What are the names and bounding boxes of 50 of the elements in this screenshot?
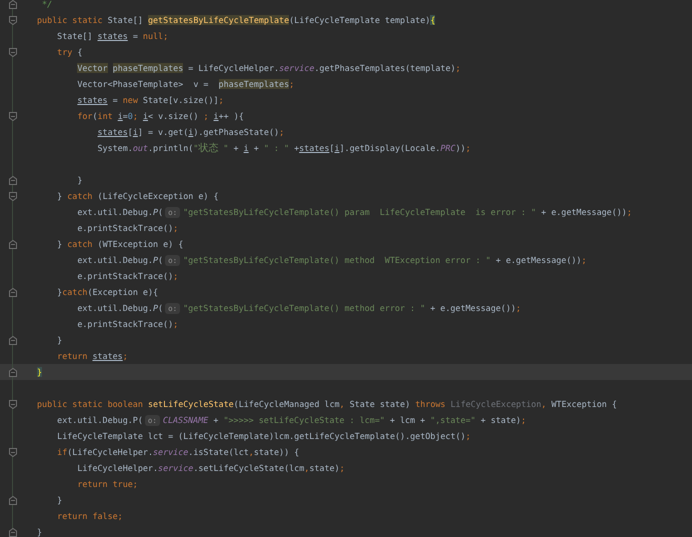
code-text: } catch (LifeCycleException e) { (56, 191, 219, 201)
code-text: } catch (WTException e) { (56, 239, 184, 249)
fold-icon[interactable] (8, 398, 18, 410)
fold-icon[interactable] (8, 366, 18, 378)
fold-icon[interactable] (8, 286, 18, 298)
code-text: public static State[] getStatesByLifeCycleTemplate(LifeCycleTemplate template){ (37, 15, 436, 25)
code-text: CLASSNAME + ">>>>> setLifeCycleState : lcm=" + lcm + ",state=" + state); (162, 415, 526, 425)
fold-icon[interactable] (8, 110, 18, 122)
code-text: Vector<PhaseTemplate> v = phaseTemplates; (76, 79, 294, 89)
code-text: } (37, 367, 42, 377)
code-text: } (56, 335, 62, 345)
fold-icon[interactable] (8, 0, 18, 10)
code-text: "getStatesByLifeCycleTemplate() method error : " + e.getMessage()); (183, 303, 521, 313)
code-text: } (37, 527, 42, 537)
code-text: LifeCycleTemplate lct = (LifeCycleTemplate)lcm.getLifeCycleTemplate().getObject(); (56, 431, 471, 441)
fold-icon[interactable] (8, 190, 18, 202)
code-text: states[i] = v.get(i).getPhaseState(); (96, 127, 284, 137)
code-text: ext.util.Debug.P( (76, 303, 164, 313)
code-text: states = new State[v.size()]; (76, 95, 224, 105)
fold-icon[interactable] (8, 526, 18, 537)
fold-icon[interactable] (8, 494, 18, 506)
fold-icon[interactable] (8, 446, 18, 458)
code-text: public static boolean setLifeCycleState(LifeCycleManaged lcm, State state) throws LifeCycleException, WTException { (37, 399, 617, 409)
code-text: */ (41, 0, 52, 9)
code-text: } (76, 175, 82, 185)
code-text: return true; (76, 479, 138, 489)
code-text: e.printStackTrace(); (76, 223, 178, 233)
code-text: System.out.println("状态 " + i + " : " +states[i].getDisplay(Locale.PRC)); (96, 142, 471, 155)
code-text: "getStatesByLifeCycleTemplate() method WTException error : " + e.getMessage()); (183, 255, 586, 265)
fold-icon[interactable] (8, 174, 18, 186)
code-text: try { (56, 47, 82, 57)
fold-icon[interactable] (8, 46, 18, 58)
fold-icon[interactable] (8, 238, 18, 250)
code-text: if(LifeCycleHelper.service.isState(lct,state)) { (56, 447, 300, 457)
code-text: return states; (56, 351, 128, 361)
code-text: ext.util.Debug.P( (76, 207, 164, 217)
code-text: ext.util.Debug.P( (76, 255, 164, 265)
code-text: } (56, 495, 62, 505)
code-text: }catch(Exception e){ (56, 287, 158, 297)
code-text: Vector phaseTemplates = LifeCycleHelper.service.getPhaseTemplates(template); (76, 63, 461, 73)
code-text: LifeCycleHelper.service.setLifeCycleState(lcm,state); (76, 463, 345, 473)
code-text: ext.util.Debug.P( (56, 415, 143, 425)
code-text: for(int i=0; i< v.size() ; i++ ){ (76, 111, 244, 121)
code-text: "getStatesByLifeCycleTemplate() param LifeCycleTemplate is error : " + e.getMessage()); (183, 207, 632, 217)
fold-icon[interactable] (8, 334, 18, 346)
code-text: e.printStackTrace(); (76, 319, 178, 329)
code-text: e.printStackTrace(); (76, 271, 178, 281)
fold-icon[interactable] (8, 14, 18, 26)
code-text: State[] states = null; (56, 31, 168, 41)
code-text: return false; (56, 511, 123, 521)
